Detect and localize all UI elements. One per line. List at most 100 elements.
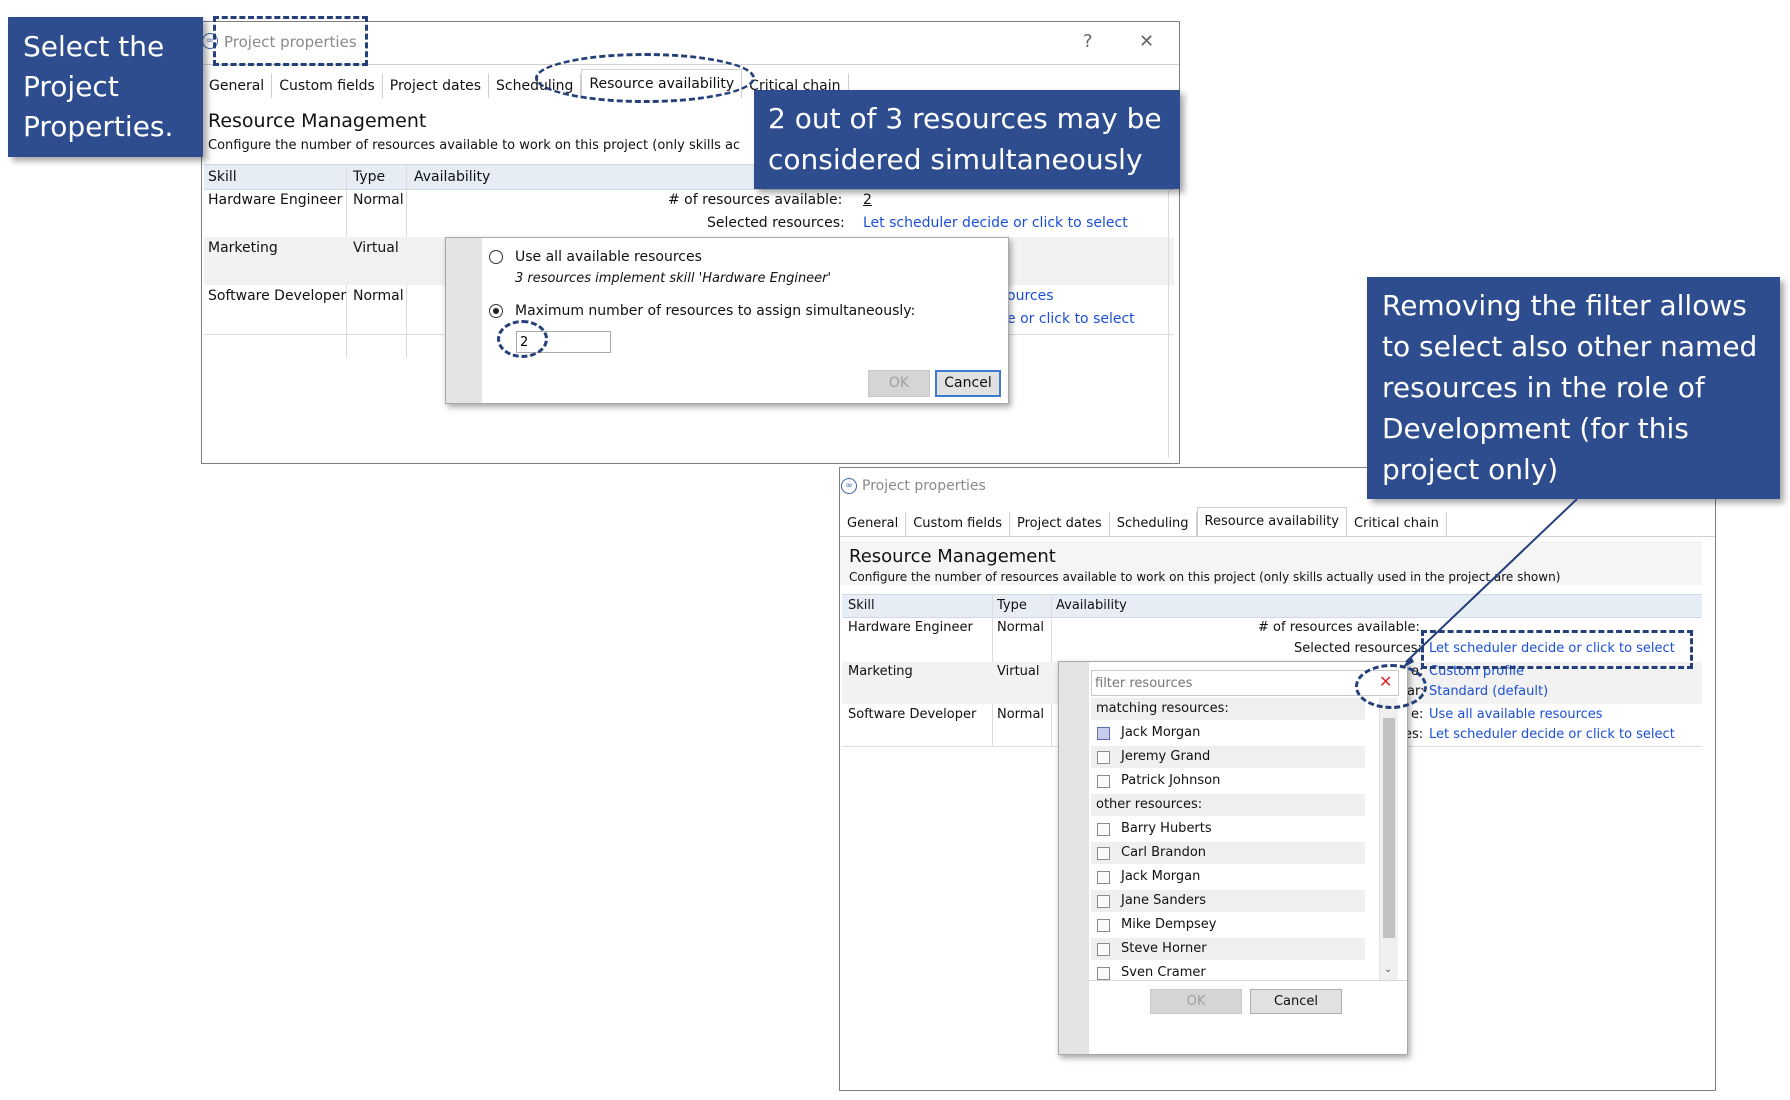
col-availability: Availability <box>1056 598 1127 613</box>
tab-custom-fields[interactable]: Custom fields <box>272 74 383 98</box>
resource-name: Barry Huberts <box>1121 821 1212 836</box>
callout-select-properties: Select the Project Properties. <box>8 17 203 157</box>
row-skill: Software Developer <box>208 288 347 304</box>
popup-sidebar <box>1059 662 1089 1054</box>
resource-name: Carl Brandon <box>1121 845 1207 860</box>
tab-resource-availability[interactable]: Resource availability <box>1196 507 1347 536</box>
tab-project-dates[interactable]: Project dates <box>383 74 489 98</box>
callout-two-of-three-text: 2 out of 3 resources may be considered s… <box>768 102 1162 176</box>
max-resources-radio[interactable] <box>489 304 503 318</box>
window-2-tabs: General Custom fields Project dates Sche… <box>840 507 1447 536</box>
selected-resources-link[interactable]: Let scheduler decide or click to select <box>863 215 1128 231</box>
tab-critical-chain[interactable]: Critical chain <box>1347 512 1447 536</box>
tab-scheduling[interactable]: Scheduling <box>1110 512 1197 536</box>
resource-name: Mike Dempsey <box>1121 917 1217 932</box>
list-scrollbar[interactable]: ⌄ <box>1379 698 1398 980</box>
section-title: Resource Management <box>208 110 427 132</box>
close-button[interactable]: ✕ <box>1139 31 1154 52</box>
row-type: Normal <box>353 192 404 208</box>
col-type: Type <box>997 598 1027 613</box>
use-all-radio[interactable] <box>489 250 503 264</box>
list-item[interactable]: Jane Sanders <box>1091 890 1365 912</box>
resource-checkbox[interactable] <box>1097 823 1110 836</box>
popup-cancel-button[interactable]: Cancel <box>935 370 1001 397</box>
tab-custom-fields[interactable]: Custom fields <box>906 512 1010 536</box>
use-all-label: Use all available resources <box>515 249 702 265</box>
resource-name: Steve Horner <box>1121 941 1207 956</box>
highlight-window-title <box>213 16 368 66</box>
section-description: Configure the number of resources availa… <box>849 570 1561 584</box>
selected-resources-label: Selected resources: <box>707 215 845 231</box>
filter-resources-input[interactable] <box>1091 670 1399 696</box>
resource-name: Jane Sanders <box>1121 893 1206 908</box>
list-item[interactable]: Mike Dempsey <box>1091 914 1365 936</box>
other-header: other resources: <box>1096 797 1203 812</box>
section-description: Configure the number of resources availa… <box>208 138 741 153</box>
row-selected-link[interactable]: Let scheduler decide or click to select <box>1429 727 1675 742</box>
window-2-title: Project properties <box>862 478 986 494</box>
scroll-down-icon[interactable]: ⌄ <box>1384 964 1392 975</box>
popup-ok-button[interactable]: OK <box>868 370 930 397</box>
resource-checkbox[interactable] <box>1097 751 1110 764</box>
popup-cancel-button[interactable]: Cancel <box>1250 989 1342 1014</box>
resource-selection-popup: ✕ matching resources: Jack Morgan Jeremy… <box>1058 661 1408 1055</box>
list-item[interactable]: Steve Horner <box>1091 938 1365 960</box>
list-item[interactable]: Carl Brandon <box>1091 842 1365 864</box>
row-type: Normal <box>997 707 1045 722</box>
col-type: Type <box>353 169 386 185</box>
resource-checkbox[interactable] <box>1097 847 1110 860</box>
row-availability-link[interactable]: ources <box>1007 288 1054 304</box>
other-header-row: other resources: <box>1091 794 1365 816</box>
list-item[interactable]: Jack Morgan <box>1091 722 1365 744</box>
row-availability-label: e: <box>1411 707 1424 722</box>
col-skill: Skill <box>848 598 875 613</box>
resource-checkbox[interactable] <box>1097 895 1110 908</box>
list-item[interactable]: Jeremy Grand <box>1091 746 1365 768</box>
resource-checkbox[interactable] <box>1097 727 1110 740</box>
list-divider <box>1089 980 1407 981</box>
highlight-max-value <box>497 320 548 358</box>
max-resources-label: Maximum number of resources to assign si… <box>515 303 916 319</box>
list-item[interactable]: Jack Morgan <box>1091 866 1365 888</box>
row-skill: Marketing <box>848 664 913 679</box>
highlight-selected-resources <box>1421 630 1693 669</box>
resources-available-label: # of resources available: <box>1258 620 1420 635</box>
section-title: Resource Management <box>849 546 1056 567</box>
popup-ok-button[interactable]: OK <box>1150 989 1242 1014</box>
callout-removing-filter-text: Removing the filter allows to select als… <box>1382 289 1758 486</box>
row-type: Normal <box>353 288 404 304</box>
list-item[interactable]: Barry Huberts <box>1091 818 1365 840</box>
resource-name: Sven Cramer <box>1121 965 1206 980</box>
resource-checkbox[interactable] <box>1097 919 1110 932</box>
resource-checkbox[interactable] <box>1097 967 1110 980</box>
tab-general[interactable]: General <box>840 512 907 536</box>
callout-removing-filter: Removing the filter allows to select als… <box>1367 277 1780 499</box>
resource-checkbox[interactable] <box>1097 943 1110 956</box>
tab-divider <box>840 536 1715 537</box>
use-all-note: 3 resources implement skill 'Hardware En… <box>515 271 832 286</box>
resource-name: Patrick Johnson <box>1121 773 1221 788</box>
tab-general[interactable]: General <box>202 74 273 98</box>
row-calendar-link[interactable]: Standard (default) <box>1429 684 1548 699</box>
resource-name: Jack Morgan <box>1121 869 1201 884</box>
resources-available-value[interactable]: 2 <box>863 192 872 208</box>
col-skill: Skill <box>208 169 237 185</box>
selected-resources-label: Selected resources: <box>1294 641 1422 656</box>
row-type: Virtual <box>353 240 399 256</box>
resource-checkbox[interactable] <box>1097 775 1110 788</box>
scrollbar-thumb[interactable] <box>1383 718 1395 938</box>
col-availability: Availability <box>414 169 491 185</box>
resource-checkbox[interactable] <box>1097 871 1110 884</box>
popup-sidebar <box>446 238 482 403</box>
row-type: Virtual <box>997 664 1040 679</box>
row-skill: Software Developer <box>848 707 977 722</box>
list-item[interactable]: Sven Cramer <box>1091 962 1365 980</box>
list-item[interactable]: Patrick Johnson <box>1091 770 1365 792</box>
help-button[interactable]: ? <box>1083 31 1093 52</box>
project-properties-window-2: ∞ Project properties General Custom fiel… <box>839 467 1716 1091</box>
row-availability-link[interactable]: Use all available resources <box>1429 707 1603 722</box>
row-type: Normal <box>997 620 1045 635</box>
row-skill: Hardware Engineer <box>208 192 343 208</box>
row-selected-link[interactable]: e or click to select <box>1007 311 1135 327</box>
tab-project-dates[interactable]: Project dates <box>1010 512 1110 536</box>
